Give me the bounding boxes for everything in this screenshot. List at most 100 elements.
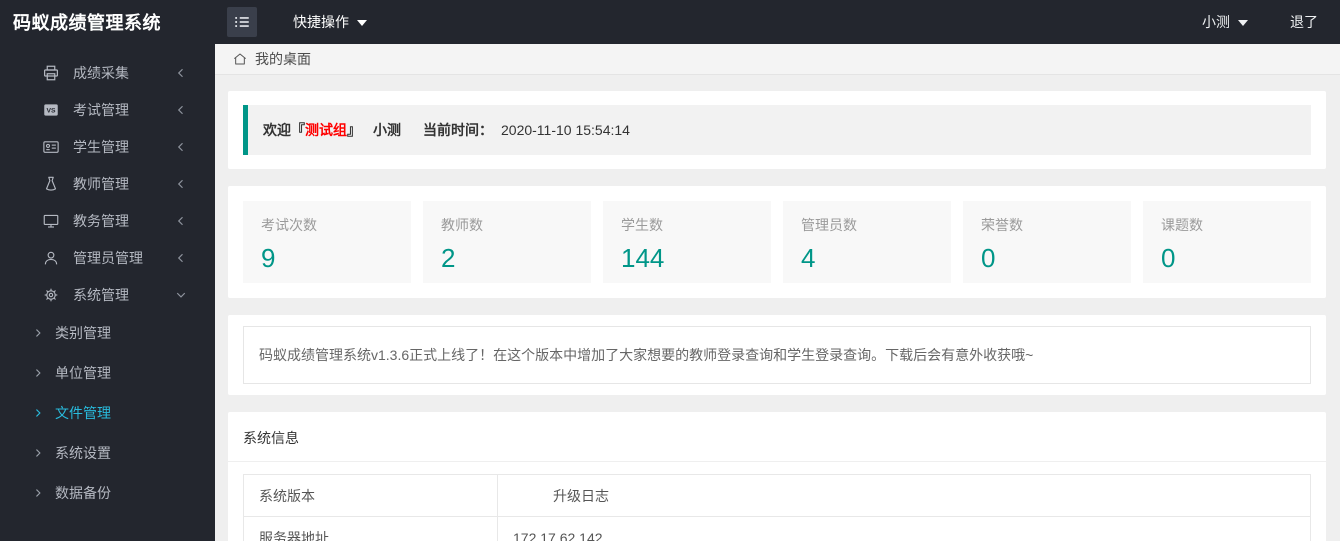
stat-card-student-count: 学生数 144 xyxy=(603,201,771,283)
stat-label: 考试次数 xyxy=(261,217,317,233)
id-card-icon xyxy=(42,138,60,156)
stat-label: 课题数 xyxy=(1161,217,1203,233)
chevron-right-icon xyxy=(33,408,44,419)
sidebar-subitem-label: 文件管理 xyxy=(55,405,111,421)
sidebar-subitem-data-backup[interactable]: 数据备份 xyxy=(0,473,215,513)
quick-actions-dropdown[interactable]: 快捷操作 xyxy=(293,12,367,32)
table-row: 服务器地址 172.17.62.142 xyxy=(243,516,1311,541)
user-group-name: 测试组 xyxy=(305,122,347,138)
chevron-right-icon xyxy=(33,488,44,499)
chevron-down-icon xyxy=(1238,20,1248,26)
stat-card-honor-count: 荣誉数 0 xyxy=(963,201,1131,283)
chevron-down-icon xyxy=(175,289,187,301)
home-icon xyxy=(232,51,248,67)
sidebar-subitem-system-settings[interactable]: 系统设置 xyxy=(0,433,215,473)
breadcrumb-label: 我的桌面 xyxy=(255,51,311,67)
svg-text:VS: VS xyxy=(46,107,56,114)
group-bracket-open: 『 xyxy=(291,122,305,138)
sidebar-nav: 成绩采集 VS 考试管理 学生管理 教师管理 教务管理 管理员管理 系统管理 类… xyxy=(0,44,215,541)
sidebar-item-system-management[interactable]: 系统管理 xyxy=(0,276,215,313)
current-time-label: 当前时间： xyxy=(423,122,493,138)
announcement-panel: 码蚁成绩管理系统v1.3.6正式上线了！在这个版本中增加了大家想要的教师登录查询… xyxy=(228,315,1326,395)
stat-value: 2 xyxy=(441,243,456,273)
sidebar-item-academic-management[interactable]: 教务管理 xyxy=(0,202,215,239)
upgrade-log-link[interactable]: 升级日志 xyxy=(497,474,1311,517)
sidebar-subitem-category-management[interactable]: 类别管理 xyxy=(0,313,215,353)
stat-card-teacher-count: 教师数 2 xyxy=(423,201,591,283)
printer-icon xyxy=(42,64,60,82)
sidebar-item-admin-management[interactable]: 管理员管理 xyxy=(0,239,215,276)
stat-card-admin-count: 管理员数 4 xyxy=(783,201,951,283)
welcome-panel: 欢迎 『测试组』 小测 当前时间： 2020-11-10 15:54:14 xyxy=(228,91,1326,169)
chevron-left-icon xyxy=(175,215,187,227)
chevron-right-icon xyxy=(33,368,44,379)
stats-panel: 考试次数 9 教师数 2 学生数 144 管理员数 4 荣誉数 0 课题数 0 xyxy=(228,186,1326,298)
sidebar-item-label: 教务管理 xyxy=(73,212,129,229)
chevron-right-icon xyxy=(33,328,44,339)
system-info-panel: 系统信息 系统版本 升级日志 服务器地址 172.17.62.142 xyxy=(228,412,1326,541)
monitor-icon xyxy=(42,212,60,230)
logout-button[interactable]: 退了 xyxy=(1290,12,1318,32)
sidebar-subitem-unit-management[interactable]: 单位管理 xyxy=(0,353,215,393)
vs-badge-icon: VS xyxy=(42,101,60,119)
stat-label: 管理员数 xyxy=(801,217,857,233)
sidebar-item-score-collection[interactable]: 成绩采集 xyxy=(0,54,215,91)
group-bracket-close: 』 xyxy=(347,122,361,138)
sidebar-subitem-file-management[interactable]: 文件管理 xyxy=(0,393,215,433)
welcome-user-name: 小测 xyxy=(373,122,401,138)
chevron-left-icon xyxy=(175,141,187,153)
app-title: 码蚁成绩管理系统 xyxy=(13,13,161,33)
quick-actions-label: 快捷操作 xyxy=(293,14,349,30)
stat-value: 0 xyxy=(981,243,996,273)
breadcrumb-my-desktop[interactable]: 我的桌面 xyxy=(232,49,311,69)
chevron-left-icon xyxy=(175,178,187,190)
stat-value: 9 xyxy=(261,243,276,273)
sidebar-item-student-management[interactable]: 学生管理 xyxy=(0,128,215,165)
server-address-value: 172.17.62.142 xyxy=(497,516,1311,541)
sidebar-item-teacher-management[interactable]: 教师管理 xyxy=(0,165,215,202)
stat-value: 0 xyxy=(1161,243,1176,273)
main-content: 欢迎 『测试组』 小测 当前时间： 2020-11-10 15:54:14 考试… xyxy=(215,76,1340,541)
user-name: 小测 xyxy=(1202,14,1230,30)
stat-label: 学生数 xyxy=(621,217,663,233)
table-row: 系统版本 升级日志 xyxy=(243,474,1311,517)
server-address-key: 服务器地址 xyxy=(243,516,498,541)
chevron-down-icon xyxy=(357,20,367,26)
system-management-submenu: 类别管理 单位管理 文件管理 系统设置 数据备份 xyxy=(0,313,215,513)
sidebar-item-label: 管理员管理 xyxy=(73,249,143,266)
sidebar-subitem-label: 单位管理 xyxy=(55,365,111,381)
sidebar-subitem-label: 类别管理 xyxy=(55,325,111,341)
welcome-prefix: 欢迎 xyxy=(263,122,291,138)
chevron-left-icon xyxy=(175,104,187,116)
sidebar-toggle-button[interactable] xyxy=(227,7,257,37)
sidebar-item-label: 教师管理 xyxy=(73,175,129,192)
sidebar-item-exam-management[interactable]: VS 考试管理 xyxy=(0,91,215,128)
stat-label: 教师数 xyxy=(441,217,483,233)
system-info-table: 系统版本 升级日志 服务器地址 172.17.62.142 xyxy=(243,474,1311,541)
top-bar: 码蚁成绩管理系统 快捷操作 小测 退了 xyxy=(0,0,1340,44)
welcome-blockquote: 欢迎 『测试组』 小测 当前时间： 2020-11-10 15:54:14 xyxy=(243,105,1311,155)
announcement-box: 码蚁成绩管理系统v1.3.6正式上线了！在这个版本中增加了大家想要的教师登录查询… xyxy=(243,326,1311,384)
sidebar-item-label: 学生管理 xyxy=(73,138,129,155)
system-version-key: 系统版本 xyxy=(243,474,498,517)
divider xyxy=(228,461,1326,462)
sidebar-subitem-label: 系统设置 xyxy=(55,445,111,461)
user-dropdown[interactable]: 小测 xyxy=(1202,12,1248,32)
sidebar-item-label: 考试管理 xyxy=(73,101,129,118)
chevron-left-icon xyxy=(175,67,187,79)
sidebar-item-label: 系统管理 xyxy=(73,286,129,303)
stat-value: 4 xyxy=(801,243,816,273)
stat-card-exam-count: 考试次数 9 xyxy=(243,201,411,283)
stat-value: 144 xyxy=(621,243,665,273)
announcement-text: 码蚁成绩管理系统v1.3.6正式上线了！在这个版本中增加了大家想要的教师登录查询… xyxy=(259,347,1034,363)
sidebar-item-label: 成绩采集 xyxy=(73,64,129,81)
user-icon xyxy=(42,249,60,267)
stat-card-topic-count: 课题数 0 xyxy=(1143,201,1311,283)
gear-icon xyxy=(42,286,60,304)
dress-icon xyxy=(42,175,60,193)
stat-label: 荣誉数 xyxy=(981,217,1023,233)
chevron-left-icon xyxy=(175,252,187,264)
chevron-right-icon xyxy=(33,448,44,459)
sidebar-subitem-label: 数据备份 xyxy=(55,485,111,501)
system-info-title: 系统信息 xyxy=(243,430,299,446)
